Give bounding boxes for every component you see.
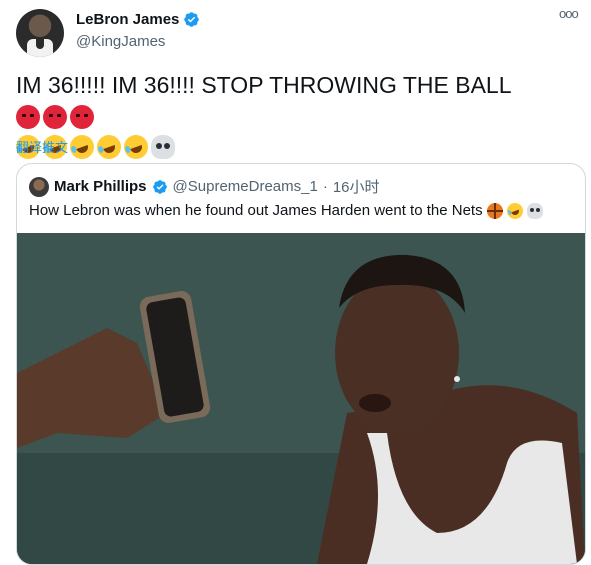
pouting-emojis — [16, 104, 94, 129]
quoted-tweet-header: Mark Phillips @SupremeDreams_1 · 16小时 — [29, 176, 380, 197]
author-name-line: LeBron James — [76, 11, 200, 28]
basketball-icon — [486, 202, 503, 219]
verified-badge-icon — [152, 179, 167, 194]
media-image — [17, 233, 585, 564]
quoted-media[interactable] — [17, 233, 585, 564]
pouting-face-icon — [43, 104, 67, 129]
author-handle[interactable]: @KingJames — [76, 33, 165, 50]
tweet-text: IM 36!!!!! IM 36!!!! STOP THROWING THE B… — [12, 70, 586, 163]
quoted-author-avatar — [29, 176, 49, 197]
pouting-face-icon — [70, 104, 94, 129]
quoted-tweet[interactable]: Mark Phillips @SupremeDreams_1 · 16小时 Ho… — [16, 163, 586, 565]
author-avatar[interactable] — [16, 9, 64, 57]
rolling-laughing-icon — [93, 131, 125, 163]
verified-badge-icon — [184, 12, 200, 27]
rolling-laughing-icon — [120, 131, 152, 163]
quoted-timestamp: 16小时 — [332, 179, 380, 196]
time-separator: · — [322, 178, 328, 195]
translate-link[interactable]: 翻译推文 — [16, 137, 68, 156]
more-icon[interactable]: ooo — [559, 6, 579, 21]
quoted-text-body: How Lebron was when he found out James H… — [29, 202, 483, 219]
rolling-laughing-icon — [66, 131, 98, 163]
author-name[interactable]: LeBron James — [76, 11, 179, 28]
quoted-author-handle: @SupremeDreams_1 — [172, 178, 318, 195]
rolling-laughing-icon — [504, 200, 525, 221]
tweet-text-body: IM 36!!!!! IM 36!!!! STOP THROWING THE B… — [16, 72, 511, 98]
skull-icon — [526, 202, 543, 219]
skull-icon — [151, 134, 175, 159]
quoted-author-name: Mark Phillips — [54, 178, 147, 195]
pouting-face-icon — [16, 104, 40, 129]
quoted-tweet-text: How Lebron was when he found out James H… — [29, 200, 543, 221]
